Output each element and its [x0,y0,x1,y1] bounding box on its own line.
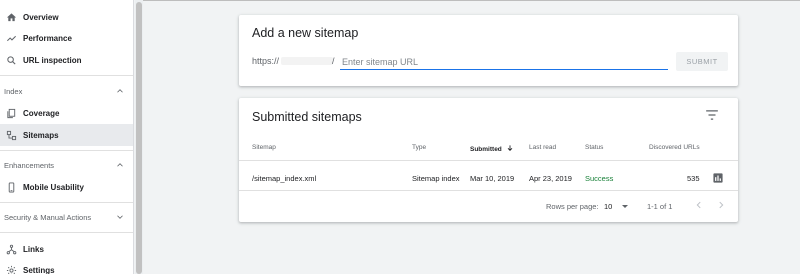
phone-icon [5,181,17,193]
section-header-security[interactable]: Security & Manual Actions [0,208,133,226]
sidebar-item-sitemaps[interactable]: Sitemaps [0,124,133,146]
column-header-status[interactable]: Status [585,144,603,151]
submitted-sitemaps-title: Submitted sitemaps [252,110,362,124]
sidebar-divider [0,75,133,76]
sidebar-item-overview[interactable]: Overview [0,6,133,28]
url-prefix: https:// [252,56,280,66]
cell-discovered-urls: 535 [687,174,700,183]
column-header-sitemap[interactable]: Sitemap [252,144,276,151]
table-divider [239,160,738,161]
home-icon [5,11,17,23]
links-icon [5,243,17,255]
chevron-down-icon [117,215,123,219]
cell-status: Success [585,174,614,183]
scrollbar-thumb[interactable] [136,2,142,274]
section-header-index[interactable]: Index [0,82,133,100]
chevron-up-icon [117,89,123,93]
table-divider [239,190,738,191]
redacted-domain [281,57,333,65]
section-label: Enhancements [4,160,55,170]
column-header-type[interactable]: Type [412,144,426,151]
arrow-down-icon [507,145,512,151]
submitted-sitemaps-card: Submitted sitemaps Sitemap Type Submitte… [239,98,738,222]
sidebar-item-settings[interactable]: Settings [0,259,133,274]
sidebar-item-mobile-usability[interactable]: Mobile Usability [0,176,133,198]
sidebar-item-label: Links [23,244,44,254]
settings-icon [5,264,17,274]
sidebar-item-label: Sitemaps [23,130,59,140]
sitemaps-icon [5,129,17,141]
submit-button[interactable]: SUBMIT [676,52,728,71]
bar-chart-icon[interactable] [713,173,723,183]
add-sitemap-card: Add a new sitemap https:// / SUBMIT [239,15,738,86]
sidebar-item-url-inspection[interactable]: URL inspection [0,49,133,71]
sidebar-item-links[interactable]: Links [0,238,133,260]
section-label: Security & Manual Actions [4,212,92,222]
filter-icon[interactable] [705,109,719,121]
sidebar-divider [0,232,133,233]
top-divider [143,0,800,1]
sidebar-item-label: URL inspection [23,55,82,65]
sidebar-scrollbar[interactable] [135,0,143,274]
sidebar-item-label: Settings [23,265,55,274]
cell-sitemap[interactable]: /sitemap_index.xml [252,174,316,183]
cell-submitted: Mar 10, 2019 [470,174,515,183]
sidebar-item-performance[interactable]: Performance [0,27,133,49]
sitemap-url-input[interactable] [340,54,668,70]
coverage-icon [5,107,17,119]
rows-per-page-label: Rows per page: [546,202,599,211]
pagination-range: 1-1 of 1 [647,202,673,211]
sidebar-item-coverage[interactable]: Coverage [0,102,133,124]
section-header-enhancements[interactable]: Enhancements [0,156,133,174]
sidebar-item-label: Mobile Usability [23,182,84,192]
sidebar: Overview Performance URL inspection Inde… [0,0,134,274]
sidebar-divider [0,150,133,151]
rows-per-page-value: 10 [604,201,613,211]
main-content: Add a new sitemap https:// / SUBMIT Subm… [143,0,800,274]
section-label: Index [4,86,23,96]
search-icon [5,54,17,66]
next-page-icon[interactable] [716,200,726,210]
rows-per-page-select[interactable]: 10 [604,200,634,212]
column-header-submitted-label: Submitted [470,146,502,153]
cell-type: Sitemap index [412,174,460,183]
sidebar-item-label: Overview [23,12,59,22]
add-sitemap-title: Add a new sitemap [252,26,359,40]
column-header-last-read[interactable]: Last read [529,144,556,151]
column-header-submitted[interactable]: Submitted [470,144,514,153]
previous-page-icon[interactable] [694,200,704,210]
sidebar-item-label: Coverage [23,108,60,118]
column-header-discovered-urls[interactable]: Discovered URLs [649,144,700,151]
cell-last-read: Apr 23, 2019 [529,174,572,183]
chevron-up-icon [117,163,123,167]
url-prefix-slash: / [332,56,335,66]
dropdown-caret-icon [622,204,629,208]
trending-icon [5,32,17,44]
sidebar-item-label: Performance [23,33,72,43]
sidebar-divider [0,202,133,203]
